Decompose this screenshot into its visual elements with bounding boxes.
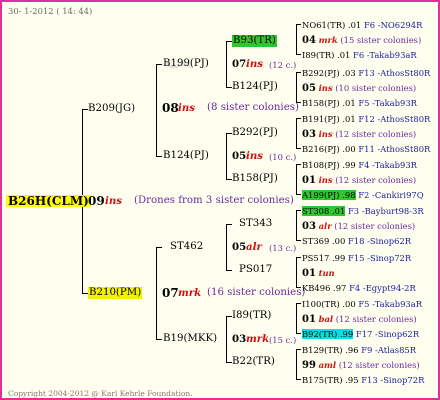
gen3-breed: ins [246,58,264,70]
gen3-breed: ins [246,150,264,162]
gen3-note: (10 c.) [269,152,297,162]
gen1-queen[interactable]: B210(PM) [88,287,143,299]
connector [296,257,297,287]
gen3-queen[interactable]: B292(PJ) [232,127,278,139]
gen4-row[interactable]: B191(PJ) .01 F12 -AthosSt80R [302,113,430,125]
connector [296,303,297,333]
gen1-year: 08 [162,101,179,115]
connector [296,164,301,165]
connector [296,54,301,55]
connector [296,24,301,25]
gen4-row[interactable]: KB496 .97 F4 -Egypt94-2R [302,282,416,294]
gen3-queen[interactable]: I89(TR) [232,310,271,322]
gen3-queen[interactable]: B124(PJ) [232,81,278,93]
gen3-queen[interactable]: ST343 [239,218,272,230]
gen3-queen[interactable]: B93(TR) [232,35,277,47]
root-queen[interactable]: B26H(CLM) [6,195,91,207]
gen2-queen[interactable]: ST462 [170,241,203,253]
gen4-row[interactable]: B292(PJ) .03 F13 -AthosSt80R [302,67,430,79]
gen3-queen[interactable]: PS017 [239,264,272,276]
gen3-note: (12 c.) [269,60,297,70]
gen4-row: 05 ins (10 sister colonies) [302,83,417,94]
gen3-year: 07 [232,58,247,70]
gen4-row[interactable]: B108(PJ) .99 F4 -Takab93R [302,159,417,171]
footer-copyright: Copyright 2004-2012 @ Karl Kehrle Founda… [8,389,193,398]
gen1-breed: mrk [178,287,202,299]
gen3-breed: mrk [246,333,270,345]
connector [296,303,301,304]
connector [156,64,162,65]
gen4-row[interactable]: NO61(TR) .01 F6 -NO6294R [302,19,422,31]
connector [226,133,227,179]
header-date: 30- 1-2012 ( 14: 44) [8,6,93,16]
connector [156,64,157,156]
gen4-row[interactable]: B129(TR) .96 F9 -Atlas85R [302,344,416,356]
connector [296,164,297,194]
gen4-row[interactable]: B92(TR) .99 F17 -Sinop62R [302,328,419,340]
gen4-row[interactable]: A199(PJ) .98 F2 -Cankiri97Q [302,189,424,201]
gen4-row: 99 aml (12 sister colonies) [302,360,420,371]
gen2-queen[interactable]: B199(PJ) [163,58,209,70]
connector [156,339,162,340]
gen1-breed: ins [178,102,196,114]
connector [226,316,227,362]
gen3-year: 03 [232,333,247,345]
gen1-note: (16 sister colonies) [207,287,306,298]
connector [226,41,227,87]
pedigree-chart: ∽ 30- 1-2012 ( 14: 44) B26H(CLM) 09 ins … [0,0,440,400]
connector [296,210,297,240]
gen4-row[interactable]: B158(PJ) .01 F5 -Takab93R [302,97,417,109]
connector [156,247,162,248]
gen4-row: 04 mrk (15 sister colonies) [302,35,422,46]
gen4-row[interactable]: PS517 .99 F15 -Sinop72R [302,252,411,264]
gen3-note: (13 c.) [269,243,297,253]
connector [296,72,301,73]
connector [226,224,232,225]
gen3-queen[interactable]: B22(TR) [232,356,275,368]
connector [226,224,227,270]
connector [296,118,301,119]
gen4-row[interactable]: I100(TR) .00 F5 -Takab93aR [302,298,422,310]
gen4-row: 03 alr (12 sister colonies) [302,221,416,232]
gen4-row: 01 ins (12 sister colonies) [302,175,417,186]
gen4-row: 01 tun [302,268,335,279]
connector [156,247,157,339]
gen3-year: 05 [232,150,247,162]
connector [296,210,301,211]
gen1-note: (8 sister colonies) [207,102,299,113]
gen4-row: 03 ins (12 sister colonies) [302,129,417,140]
connector [296,333,301,334]
gen1-year: 07 [162,286,179,300]
connector [226,270,232,271]
connector [296,72,297,102]
gen4-row[interactable]: B216(PJ) .00 F11 -AthosSt80R [302,143,430,155]
connector [296,349,301,350]
gen3-breed: alr [246,241,262,253]
gen2-queen[interactable]: B19(MKK) [163,333,217,345]
connector [296,349,297,379]
connector [296,118,297,148]
gen4-row[interactable]: ST369 .00 F18 -Sinop62R [302,235,411,247]
connector [296,148,301,149]
gen4-row[interactable]: B175(TR) .95 F13 -Sinop72R [302,374,424,386]
connector [296,240,301,241]
connector [296,24,297,54]
gen4-row: 01 bal (12 sister colonies) [302,314,417,325]
gen3-queen[interactable]: B158(PJ) [232,173,278,185]
gen3-note: (15 c.) [269,335,297,345]
connector [156,156,162,157]
gen4-row[interactable]: I89(TR) .01 F6 -Takab93aR [302,49,417,61]
gen2-queen[interactable]: B124(PJ) [163,150,209,162]
gen4-row[interactable]: ST308 .01 F3 -Bayburt98-3R [302,205,424,217]
connector [296,257,301,258]
connector [296,379,301,380]
root-note: (Drones from 3 sister colonies) [134,195,294,206]
root-year: 09 [88,194,105,208]
root-breed: ins [105,195,123,207]
gen1-queen[interactable]: B209(JG) [88,103,135,115]
connector [296,194,301,195]
gen3-year: 05 [232,241,247,253]
